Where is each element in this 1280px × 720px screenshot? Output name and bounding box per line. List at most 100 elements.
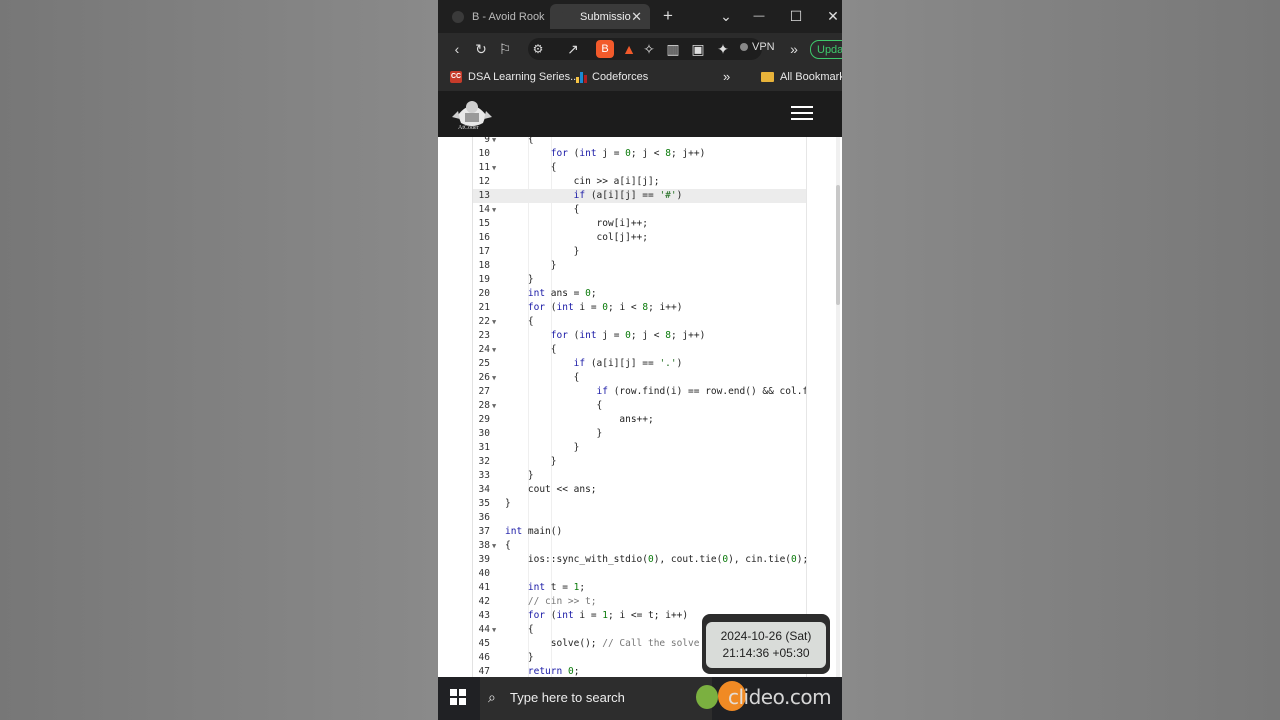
code-line[interactable]: 16 col[j]++; <box>473 231 807 245</box>
code-text: { <box>505 204 580 215</box>
line-number: 36 <box>478 512 490 523</box>
all-bookmarks-label: All Bookmarks <box>780 71 842 83</box>
code-line[interactable]: 33 } <box>473 469 807 483</box>
search-placeholder: Type here to search <box>510 690 625 705</box>
line-number: 16 <box>478 232 490 243</box>
minimize-button[interactable]: — <box>749 6 769 26</box>
code-line[interactable]: 24 ▼ { <box>473 343 807 357</box>
tab-avoid-rook[interactable]: B - Avoid Rook <box>452 4 552 29</box>
line-number: 9 <box>484 137 490 145</box>
vpn-button[interactable]: VPN <box>740 41 775 53</box>
code-line[interactable]: 28 ▼ { <box>473 399 807 413</box>
close-window-button[interactable]: ✕ <box>823 6 842 26</box>
tab-close-icon[interactable]: ✕ <box>631 9 642 25</box>
code-text: } <box>505 442 580 453</box>
code-line[interactable]: 13 if (a[i][j] == '#') <box>473 189 807 203</box>
tab-submission[interactable]: Submissio ✕ <box>550 4 650 29</box>
code-line[interactable]: 34 cout << ans; <box>473 483 807 497</box>
code-line[interactable]: 9 ▼ { <box>473 137 807 147</box>
windows-start-icon[interactable] <box>450 689 466 705</box>
more-chevron-icon[interactable]: » <box>785 39 803 59</box>
code-line[interactable]: 38 ▼ { <box>473 539 807 553</box>
extensions-icon[interactable]: ✧ <box>640 39 658 59</box>
line-number: 35 <box>478 498 490 509</box>
brave-shields-icon[interactable]: B <box>596 40 614 58</box>
line-number: 34 <box>478 484 490 495</box>
code-line[interactable]: 17 } <box>473 245 807 259</box>
code-line[interactable]: 11 ▼ { <box>473 161 807 175</box>
line-number: 39 <box>478 554 490 565</box>
all-bookmarks-folder[interactable]: All Bookmarks <box>761 71 842 83</box>
wallet-icon[interactable]: ▣ <box>689 39 707 59</box>
fold-arrow-icon[interactable]: ▼ <box>492 623 496 637</box>
code-line[interactable]: 14 ▼ { <box>473 203 807 217</box>
code-text: cin >> a[i][j]; <box>505 176 660 187</box>
line-number: 46 <box>478 652 490 663</box>
code-line[interactable]: 20 int ans = 0; <box>473 287 807 301</box>
scrollbar-thumb[interactable] <box>836 185 840 305</box>
code-line[interactable]: 30 } <box>473 427 807 441</box>
tab-search-dropdown-icon[interactable]: ⌄ <box>716 6 736 26</box>
code-line[interactable]: 36 <box>473 511 807 525</box>
code-line[interactable]: 10 for (int j = 0; j < 8; j++) <box>473 147 807 161</box>
line-number: 23 <box>478 330 490 341</box>
line-number: 42 <box>478 596 490 607</box>
code-line[interactable]: 29 ans++; <box>473 413 807 427</box>
code-line[interactable]: 15 row[i]++; <box>473 217 807 231</box>
reload-icon[interactable]: ↻ <box>472 39 490 59</box>
code-line[interactable]: 22 ▼ { <box>473 315 807 329</box>
code-line[interactable]: 37 int main() <box>473 525 807 539</box>
code-line[interactable]: 19 } <box>473 273 807 287</box>
code-line[interactable]: 18 } <box>473 259 807 273</box>
code-line[interactable]: 40 <box>473 567 807 581</box>
new-tab-button[interactable]: + <box>658 6 678 26</box>
code-text: col[j]++; <box>505 232 649 243</box>
code-editor[interactable]: 9 ▼ {10 for (int j = 0; j < 8; j++) 11 ▼ {1… <box>472 137 807 677</box>
code-line[interactable]: 21 for (int i = 0; i < 8; i++) <box>473 301 807 315</box>
fold-arrow-icon[interactable]: ▼ <box>492 161 496 175</box>
taskbar-search[interactable]: ⌕ Type here to search <box>480 677 746 720</box>
code-line[interactable]: 12 cin >> a[i][j]; <box>473 175 807 189</box>
bookmark-icon[interactable]: ⚐ <box>496 39 514 59</box>
fold-arrow-icon[interactable]: ▼ <box>492 343 496 357</box>
editor-scrollbar[interactable] <box>806 137 807 677</box>
code-line[interactable]: 39 ios::sync_with_stdio(0), cout.tie(0),… <box>473 553 807 567</box>
fold-arrow-icon[interactable]: ▼ <box>492 399 496 413</box>
line-number: 11 <box>478 162 490 173</box>
page-scrollbar[interactable] <box>836 137 840 677</box>
code-line[interactable]: 32 } <box>473 455 807 469</box>
logo-caption: AtCoder <box>458 125 479 131</box>
code-text: { <box>505 344 557 355</box>
line-number: 15 <box>478 218 490 229</box>
sidebar-icon[interactable]: ▥ <box>664 39 682 59</box>
fold-arrow-icon[interactable]: ▼ <box>492 371 496 385</box>
menu-hamburger-icon[interactable] <box>791 106 813 122</box>
back-arrow-icon[interactable]: ‹ <box>448 39 466 59</box>
line-number: 45 <box>478 638 490 649</box>
fold-arrow-icon[interactable]: ▼ <box>492 137 496 147</box>
fold-arrow-icon[interactable]: ▼ <box>492 315 496 329</box>
line-number: 10 <box>478 148 490 159</box>
leo-ai-icon[interactable]: ✦ <box>714 39 732 59</box>
code-line[interactable]: 23 for (int j = 0; j < 8; j++) <box>473 329 807 343</box>
code-line[interactable]: 41 int t = 1; <box>473 581 807 595</box>
maximize-button[interactable]: ☐ <box>786 6 806 26</box>
share-icon[interactable]: ↗ <box>564 39 582 59</box>
code-line[interactable]: 27 if (row.find(i) == row.end() && col.f… <box>473 385 807 399</box>
code-line[interactable]: 31 } <box>473 441 807 455</box>
brave-rewards-icon[interactable]: ▲ <box>620 39 638 59</box>
update-button[interactable]: Updat <box>810 40 842 59</box>
code-line[interactable]: 25 if (a[i][j] == '.') <box>473 357 807 371</box>
fold-arrow-icon[interactable]: ▼ <box>492 203 496 217</box>
bookmark-dsa-learning-series[interactable]: CC DSA Learning Series... <box>450 71 579 83</box>
code-line[interactable]: 35} <box>473 497 807 511</box>
code-line[interactable]: 26 ▼ { <box>473 371 807 385</box>
fold-arrow-icon[interactable]: ▼ <box>492 539 496 553</box>
bookmarks-overflow-icon[interactable]: » <box>723 69 730 84</box>
line-number: 37 <box>478 526 490 537</box>
code-text: { <box>505 137 534 145</box>
site-settings-icon[interactable]: ⚙ <box>529 39 547 59</box>
code-text: for (int i = 0; i < 8; i++) <box>527 302 683 313</box>
code-line[interactable]: 42 // cin >> t; <box>473 595 807 609</box>
bookmark-codeforces[interactable]: Codeforces <box>576 71 648 83</box>
